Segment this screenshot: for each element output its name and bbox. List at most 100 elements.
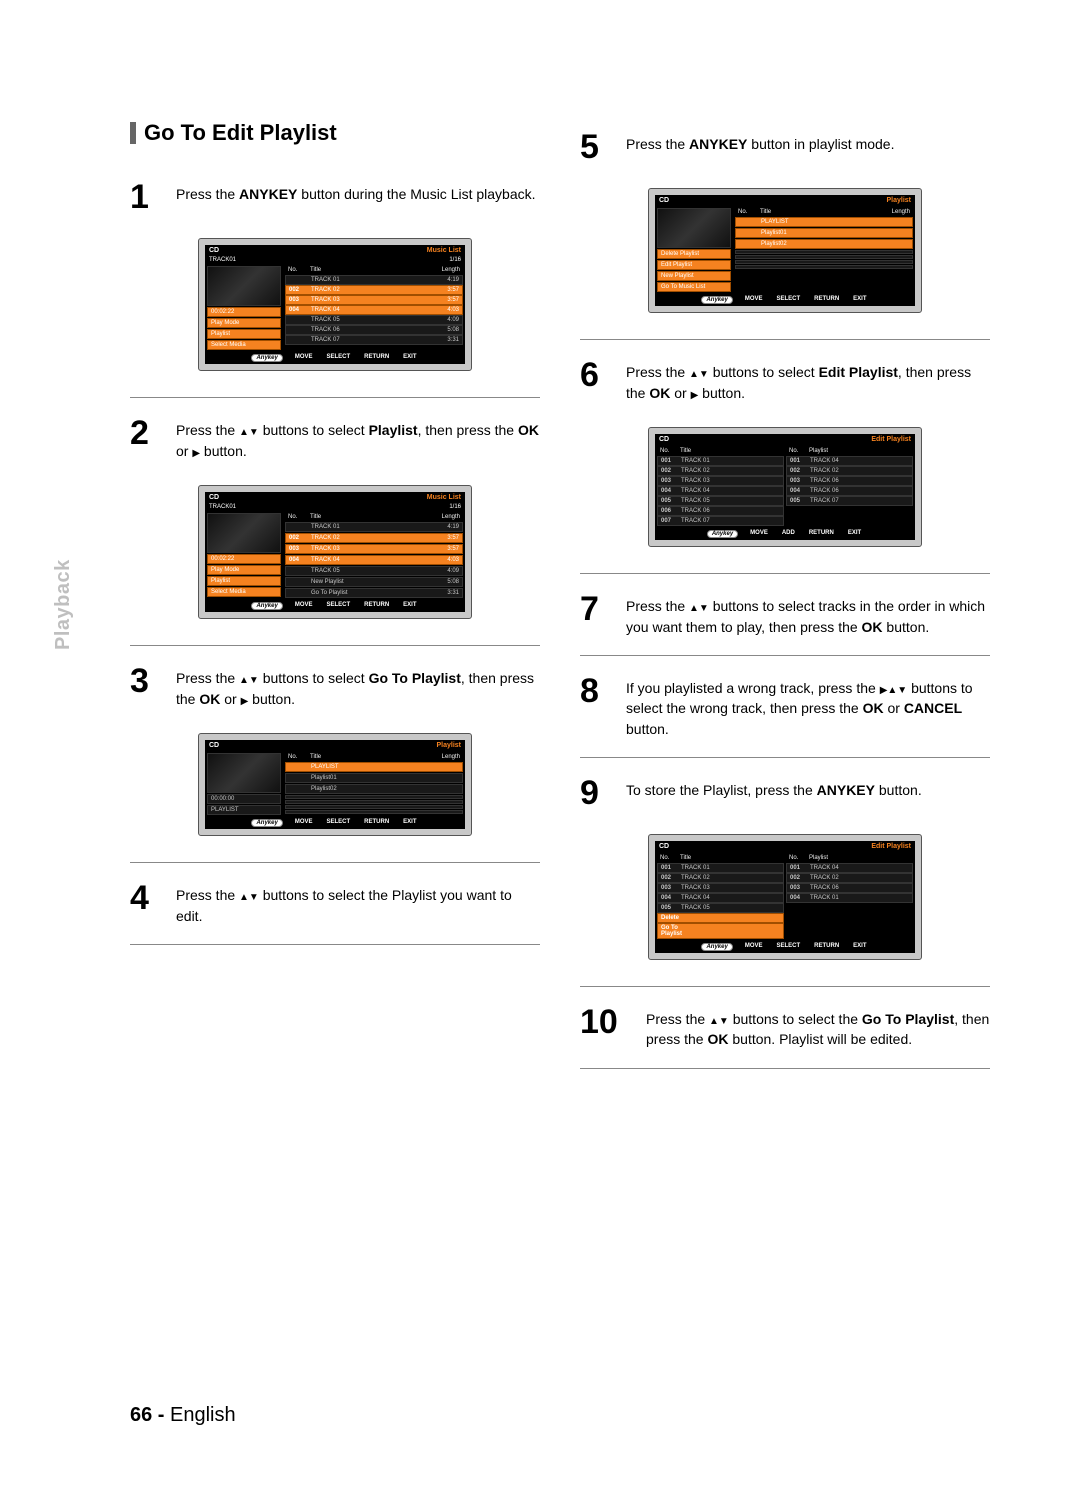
step-8: 8 If you playlisted a wrong track, press… — [580, 664, 990, 753]
step-10: 10 Press the buttons to select the Go To… — [580, 995, 990, 1064]
right-column: 5 Press the ANYKEY button in playlist mo… — [580, 120, 990, 1367]
table-row: 003TRACK 06 — [786, 476, 913, 486]
divider — [580, 655, 990, 656]
album-thumb — [657, 208, 731, 248]
divider — [130, 397, 540, 398]
section-title: Go To Edit Playlist — [130, 120, 540, 146]
table-row: 001TRACK 01 — [657, 863, 784, 873]
divider — [580, 757, 990, 758]
manual-page: Playback Go To Edit Playlist 1 Press the… — [0, 0, 1080, 1487]
up-down-icon — [239, 422, 259, 438]
osd-music-list-2: CDMusic List TRACK011/16 00:02:22 Play M… — [130, 485, 540, 619]
step-1: 1 Press the ANYKEY button during the Mus… — [130, 170, 540, 228]
step-3: 3 Press the buttons to select Go To Play… — [130, 654, 540, 723]
step-text: Press the ANYKEY button during the Music… — [176, 180, 536, 214]
step-number: 2 — [130, 416, 166, 461]
step-text: If you playlisted a wrong track, press t… — [626, 674, 990, 739]
edit-right-list-2: 001TRACK 04002TRACK 02003TRACK 06004TRAC… — [786, 863, 913, 903]
step-text: Press the buttons to select Go To Playli… — [176, 664, 540, 709]
step-number: 6 — [580, 358, 616, 403]
play-icon — [192, 443, 200, 459]
album-thumb — [207, 753, 281, 793]
table-row: 003TRACK 06 — [786, 883, 913, 893]
up-down-icon — [239, 887, 259, 903]
table-row: 003TRACK 03 — [657, 476, 784, 486]
table-row: Delete — [657, 913, 784, 923]
up-down-icon — [689, 598, 709, 614]
osd-music-list-1: CDMusic List TRACK011/16 00:02:22 Play M… — [130, 238, 540, 371]
page-footer: 66 - English — [130, 1404, 236, 1427]
divider — [580, 986, 990, 987]
table-row: 005TRACK 07 — [786, 496, 913, 506]
table-row: 004TRACK 044:03 — [285, 305, 463, 315]
step-text: Press the buttons to select tracks in th… — [626, 592, 990, 637]
osd-playlist: CDPlaylist 00:00:00 PLAYLIST No.TitleLen… — [130, 733, 540, 836]
step-number: 8 — [580, 674, 616, 739]
step-number: 5 — [580, 130, 616, 164]
side-tab-playback: Playback — [52, 559, 75, 650]
table-row: 001TRACK 04 — [786, 456, 913, 466]
step-7: 7 Press the buttons to select tracks in … — [580, 582, 990, 651]
step-text: Press the buttons to select the Playlist… — [176, 881, 540, 926]
osd-playlist-menu: CDPlaylist Delete Playlist Edit Playlist… — [580, 188, 990, 313]
table-row: 001TRACK 04 — [786, 863, 913, 873]
step-number: 7 — [580, 592, 616, 637]
step-2: 2 Press the buttons to select Playlist, … — [130, 406, 540, 475]
table-row: 005TRACK 05 — [657, 903, 784, 913]
page-language: English — [170, 1404, 236, 1426]
section-title-text: Go To Edit Playlist — [144, 120, 337, 146]
table-row: 004TRACK 01 — [786, 893, 913, 903]
edit-left-list-2: 001TRACK 01002TRACK 02003TRACK 03004TRAC… — [657, 863, 784, 939]
anykey-icon: Anykey — [707, 530, 738, 538]
table-row: TRACK 065:08 — [285, 325, 463, 335]
left-column: Go To Edit Playlist 1 Press the ANYKEY b… — [130, 120, 540, 1367]
table-row: TRACK 014:19 — [285, 275, 463, 285]
step-6: 6 Press the buttons to select Edit Playl… — [580, 348, 990, 417]
page-number: 66 - — [130, 1404, 164, 1426]
step-5: 5 Press the ANYKEY button in playlist mo… — [580, 120, 990, 178]
edit-right-list: 001TRACK 04002TRACK 02003TRACK 06004TRAC… — [786, 456, 913, 506]
table-row: TRACK 054:09 — [285, 315, 463, 325]
osd-row-list-1: TRACK 014:19002TRACK 023:57003TRACK 033:… — [285, 275, 463, 345]
step-number: 9 — [580, 776, 616, 810]
divider — [130, 862, 540, 863]
anykey-icon: Anykey — [251, 602, 282, 610]
osd-edit-playlist-2: CDEdit Playlist No.Title 001TRACK 01002T… — [580, 834, 990, 960]
table-row: 001TRACK 01 — [657, 456, 784, 466]
title-bar-icon — [130, 122, 136, 144]
up-down-icon — [239, 670, 259, 686]
step-text: Press the buttons to select Edit Playlis… — [626, 358, 990, 403]
table-row: 002TRACK 023:57 — [285, 285, 463, 295]
table-row: 003TRACK 03 — [657, 883, 784, 893]
step-number: 3 — [130, 664, 166, 709]
table-row: 004TRACK 04 — [657, 486, 784, 496]
anykey-icon: Anykey — [701, 296, 732, 304]
step-number: 4 — [130, 881, 166, 926]
step-4: 4 Press the buttons to select the Playli… — [130, 871, 540, 940]
table-row: 004TRACK 06 — [786, 486, 913, 496]
table-row: 002TRACK 02 — [786, 873, 913, 883]
table-row: 002TRACK 02 — [657, 466, 784, 476]
step-text: To store the Playlist, press the ANYKEY … — [626, 776, 922, 810]
anykey-icon: Anykey — [251, 354, 282, 362]
album-thumb — [207, 513, 281, 553]
right-up-down-icon — [880, 680, 908, 696]
album-thumb — [207, 266, 281, 306]
content: Go To Edit Playlist 1 Press the ANYKEY b… — [130, 120, 990, 1367]
divider — [130, 645, 540, 646]
table-row: 005TRACK 05 — [657, 496, 784, 506]
divider — [580, 1068, 990, 1069]
anykey-icon: Anykey — [251, 819, 282, 827]
divider — [580, 573, 990, 574]
edit-left-list: 001TRACK 01002TRACK 02003TRACK 03004TRAC… — [657, 456, 784, 526]
up-down-icon — [689, 364, 709, 380]
table-row: Go To Playlist — [657, 923, 784, 939]
step-number: 10 — [580, 1005, 636, 1050]
table-row: TRACK 073:31 — [285, 335, 463, 345]
step-text: Press the buttons to select the Go To Pl… — [646, 1005, 990, 1050]
table-row: 002TRACK 02 — [657, 873, 784, 883]
up-down-icon — [709, 1011, 729, 1027]
osd-edit-playlist-1: CDEdit Playlist No.Title 001TRACK 01002T… — [580, 427, 990, 547]
table-row: 002TRACK 02 — [786, 466, 913, 476]
anykey-icon: Anykey — [701, 943, 732, 951]
